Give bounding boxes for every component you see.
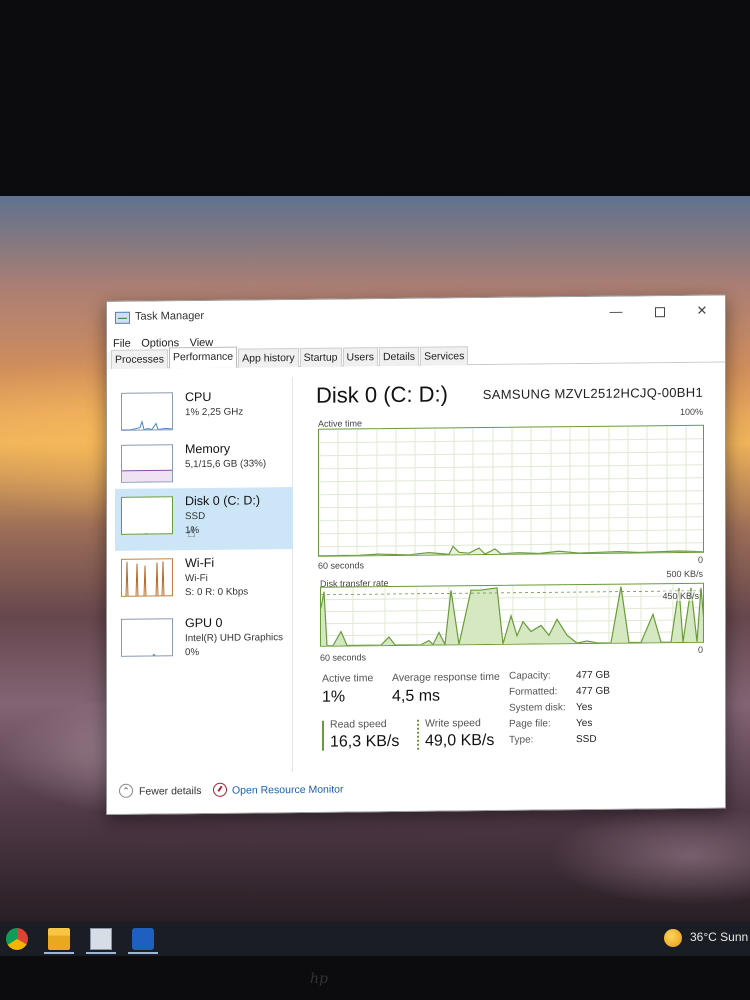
disk-title: Disk 0 (C: D:) xyxy=(316,381,448,408)
write-speed-value: 49,0 KB/s xyxy=(425,731,495,750)
type-label: Type: xyxy=(509,734,534,746)
sidebar-gpu-label: GPU 0 xyxy=(185,615,223,631)
capacity-label: Capacity: xyxy=(509,670,551,682)
system-disk-value: Yes xyxy=(576,701,593,714)
active-time-value: 1% xyxy=(322,688,346,706)
page-file-value: Yes xyxy=(576,717,593,730)
hand-cursor-icon: ☝ xyxy=(187,524,196,541)
gpu-thumbnail-graph xyxy=(121,618,173,657)
capacity-value: 477 GB xyxy=(576,669,610,682)
write-speed-indicator xyxy=(417,719,419,750)
active-time-graph xyxy=(318,424,704,557)
sidebar-gpu-detail: 0% xyxy=(185,647,200,659)
sidebar-disk-type: SSD xyxy=(185,510,206,523)
memory-thumbnail-graph xyxy=(121,444,173,483)
disk-thumbnail-graph xyxy=(121,496,173,535)
active-time-graph-min: 0 xyxy=(697,554,703,565)
transfer-graph-duration: 60 seconds xyxy=(320,652,367,663)
read-speed-indicator xyxy=(322,720,324,751)
app-taskbar-icon[interactable] xyxy=(132,928,154,950)
window-footer: ⌃ Fewer details Open Resource Monitor xyxy=(107,768,725,814)
fewer-details-button[interactable]: Fewer details xyxy=(139,785,201,798)
read-speed-label: Read speed xyxy=(330,718,387,731)
sidebar-item-wifi[interactable]: Wi-Fi Wi-Fi S: 0 R: 0 Kbps xyxy=(115,549,293,611)
transfer-graph-min: 0 xyxy=(697,644,703,655)
resource-sidebar: CPU 1% 2,25 GHz Memory 5,1/15,6 GB (33%)… xyxy=(115,377,293,774)
formatted-value: 477 GB xyxy=(576,685,610,698)
avg-response-label: Average response time xyxy=(392,670,500,685)
transfer-rate-graph: 450 KB/s xyxy=(320,582,704,647)
task-manager-taskbar-icon[interactable] xyxy=(90,928,112,950)
active-time-graph-duration: 60 seconds xyxy=(318,560,365,571)
sidebar-disk-label: Disk 0 (C: D:) xyxy=(185,493,260,509)
formatted-label: Formatted: xyxy=(509,686,558,698)
tab-performance[interactable]: Performance xyxy=(169,346,238,369)
cpu-thumbnail-graph xyxy=(121,392,173,431)
task-manager-window: Task Manager — ✕ File Options View Proce… xyxy=(106,294,726,815)
disk-detail-pane: Disk 0 (C: D:) SAMSUNG MZVL2512HCJQ-00BH… xyxy=(304,363,709,772)
app-active-indicator xyxy=(128,952,158,954)
sidebar-wifi-label: Wi-Fi xyxy=(185,555,215,571)
sidebar-wifi-detail: S: 0 R: 0 Kbps xyxy=(185,586,249,599)
minimize-button[interactable]: — xyxy=(595,296,637,326)
sidebar-gpu-sub: Intel(R) UHD Graphics xyxy=(185,632,283,645)
open-resource-monitor-link[interactable]: Open Resource Monitor xyxy=(232,784,343,797)
taskbar: 36°C Sunn xyxy=(0,922,750,956)
close-button[interactable]: ✕ xyxy=(681,296,723,326)
transfer-graph-max: 500 KB/s xyxy=(666,568,703,580)
system-disk-label: System disk: xyxy=(509,702,566,714)
chevron-up-icon[interactable]: ⌃ xyxy=(119,783,133,798)
tab-details[interactable]: Details xyxy=(378,346,420,367)
chrome-icon[interactable] xyxy=(6,928,28,950)
file-explorer-active-indicator xyxy=(44,952,74,954)
weather-widget[interactable]: 36°C Sunn xyxy=(690,930,748,944)
tab-app-history[interactable]: App history xyxy=(238,347,299,368)
transfer-graph-mid: 450 KB/s xyxy=(662,590,699,602)
window-title: Task Manager xyxy=(135,309,205,323)
sidebar-item-disk0[interactable]: Disk 0 (C: D:) SSD 1% ☝ xyxy=(115,487,293,551)
file-explorer-icon[interactable] xyxy=(48,928,70,950)
sun-icon xyxy=(664,929,682,947)
maximize-button[interactable] xyxy=(639,296,681,326)
task-manager-icon xyxy=(115,311,130,324)
tab-processes[interactable]: Processes xyxy=(111,349,169,369)
active-time-graph-max: 100% xyxy=(679,406,703,417)
sidebar-cpu-detail: 1% 2,25 GHz xyxy=(185,406,244,419)
resource-monitor-icon xyxy=(213,782,227,797)
page-file-label: Page file: xyxy=(509,718,551,730)
performance-panel: CPU 1% 2,25 GHz Memory 5,1/15,6 GB (33%)… xyxy=(107,362,725,814)
sidebar-item-gpu0[interactable]: GPU 0 Intel(R) UHD Graphics 0% xyxy=(115,609,293,671)
wifi-thumbnail-graph xyxy=(121,558,173,597)
active-time-graph-label: Active time xyxy=(318,418,363,429)
sidebar-memory-label: Memory xyxy=(185,441,231,457)
sidebar-memory-detail: 5,1/15,6 GB (33%) xyxy=(185,458,267,471)
type-value: SSD xyxy=(576,733,597,746)
read-speed-value: 16,3 KB/s xyxy=(330,732,400,751)
active-time-label: Active time xyxy=(322,672,374,685)
task-manager-active-indicator xyxy=(86,952,116,954)
tab-services[interactable]: Services xyxy=(420,346,469,366)
hp-logo: hp xyxy=(310,971,328,987)
sidebar-cpu-label: CPU xyxy=(185,389,212,405)
maximize-icon xyxy=(655,306,665,317)
sidebar-wifi-sub: Wi-Fi xyxy=(185,572,208,585)
tab-users[interactable]: Users xyxy=(342,347,378,367)
write-speed-label: Write speed xyxy=(425,717,481,730)
tab-startup[interactable]: Startup xyxy=(299,347,342,367)
avg-response-value: 4,5 ms xyxy=(392,687,441,706)
disk-model: SAMSUNG MZVL2512HCJQ-00BH1 xyxy=(482,384,703,403)
